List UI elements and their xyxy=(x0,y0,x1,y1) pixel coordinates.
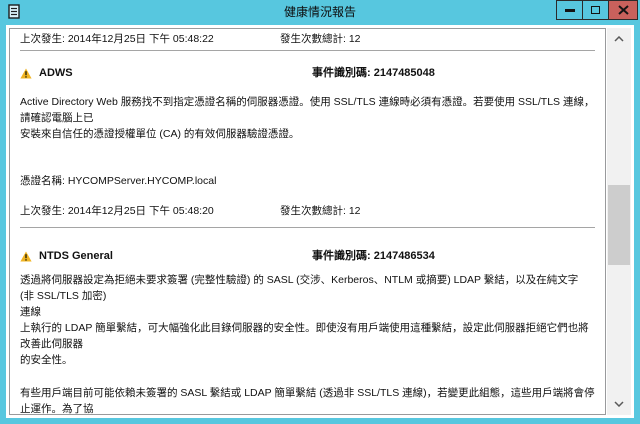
event-id: 事件識別碼: 2147485048 xyxy=(312,67,435,79)
adws-event-footer: 上次發生: 2014年12月25日 下午 05:48:20 發生次數總計: 12 xyxy=(20,203,595,219)
window-content: 上次發生: 2014年12月25日 下午 05:48:22 發生次數總計: 12… xyxy=(6,25,634,418)
section-divider xyxy=(20,50,595,51)
vertical-scrollbar[interactable] xyxy=(607,28,631,415)
scroll-up-button[interactable] xyxy=(607,30,631,48)
ntds-description-2: 有些用戶端目前可能依賴未簽署的 SASL 繫結或 LDAP 簡單繫結 (透過非 … xyxy=(20,387,595,415)
report-viewport: 上次發生: 2014年12月25日 下午 05:48:22 發生次數總計: 12… xyxy=(9,28,606,415)
event-name: ADWS xyxy=(39,67,73,79)
last-occurrence-text: 上次發生: 2014年12月25日 下午 05:48:20 xyxy=(20,205,214,217)
ntds-description: 透過將伺服器設定為拒絕未要求簽署 (完整性驗證) 的 SASL (交涉、Kerb… xyxy=(20,274,589,366)
adws-description: Active Directory Web 服務找不到指定憑證名稱的伺服器憑證。使… xyxy=(20,96,595,140)
maximize-icon xyxy=(591,6,600,14)
chevron-up-icon xyxy=(614,36,624,42)
certificate-name-text: 憑證名稱: HYCOMPServer.HYCOMP.local xyxy=(20,175,217,187)
window-controls xyxy=(556,0,638,20)
ntds-event-header: NTDS General 事件識別碼: 2147486534 xyxy=(20,248,595,264)
health-report-window: 健康情況報告 上次發生: 2014年12月25日 下午 05:48:22 發生次… xyxy=(0,0,640,424)
scroll-down-button[interactable] xyxy=(607,395,631,413)
total-count-text: 發生次數總計: 12 xyxy=(280,205,361,217)
minimize-icon xyxy=(564,8,575,12)
last-occurrence-text: 上次發生: 2014年12月25日 下午 05:48:22 xyxy=(20,33,214,45)
report-document: 上次發生: 2014年12月25日 下午 05:48:22 發生次數總計: 12… xyxy=(10,29,605,415)
close-icon xyxy=(617,5,629,15)
previous-event-footer: 上次發生: 2014年12月25日 下午 05:48:22 發生次數總計: 12 xyxy=(20,31,595,47)
window-title: 健康情況報告 xyxy=(283,5,356,19)
event-id: 事件識別碼: 2147486534 xyxy=(312,250,435,262)
maximize-button[interactable] xyxy=(582,0,609,20)
warning-icon xyxy=(20,251,32,261)
scrollbar-thumb[interactable] xyxy=(608,185,630,265)
titlebar[interactable]: 健康情況報告 xyxy=(0,0,640,25)
event-name: NTDS General xyxy=(39,250,113,262)
chevron-down-icon xyxy=(614,401,624,407)
section-divider xyxy=(20,227,595,228)
minimize-button[interactable] xyxy=(556,0,583,20)
warning-icon xyxy=(20,68,32,78)
close-button[interactable] xyxy=(608,0,638,20)
adws-event-header: ADWS 事件識別碼: 2147485048 xyxy=(20,65,595,81)
total-count-text: 發生次數總計: 12 xyxy=(280,33,361,45)
